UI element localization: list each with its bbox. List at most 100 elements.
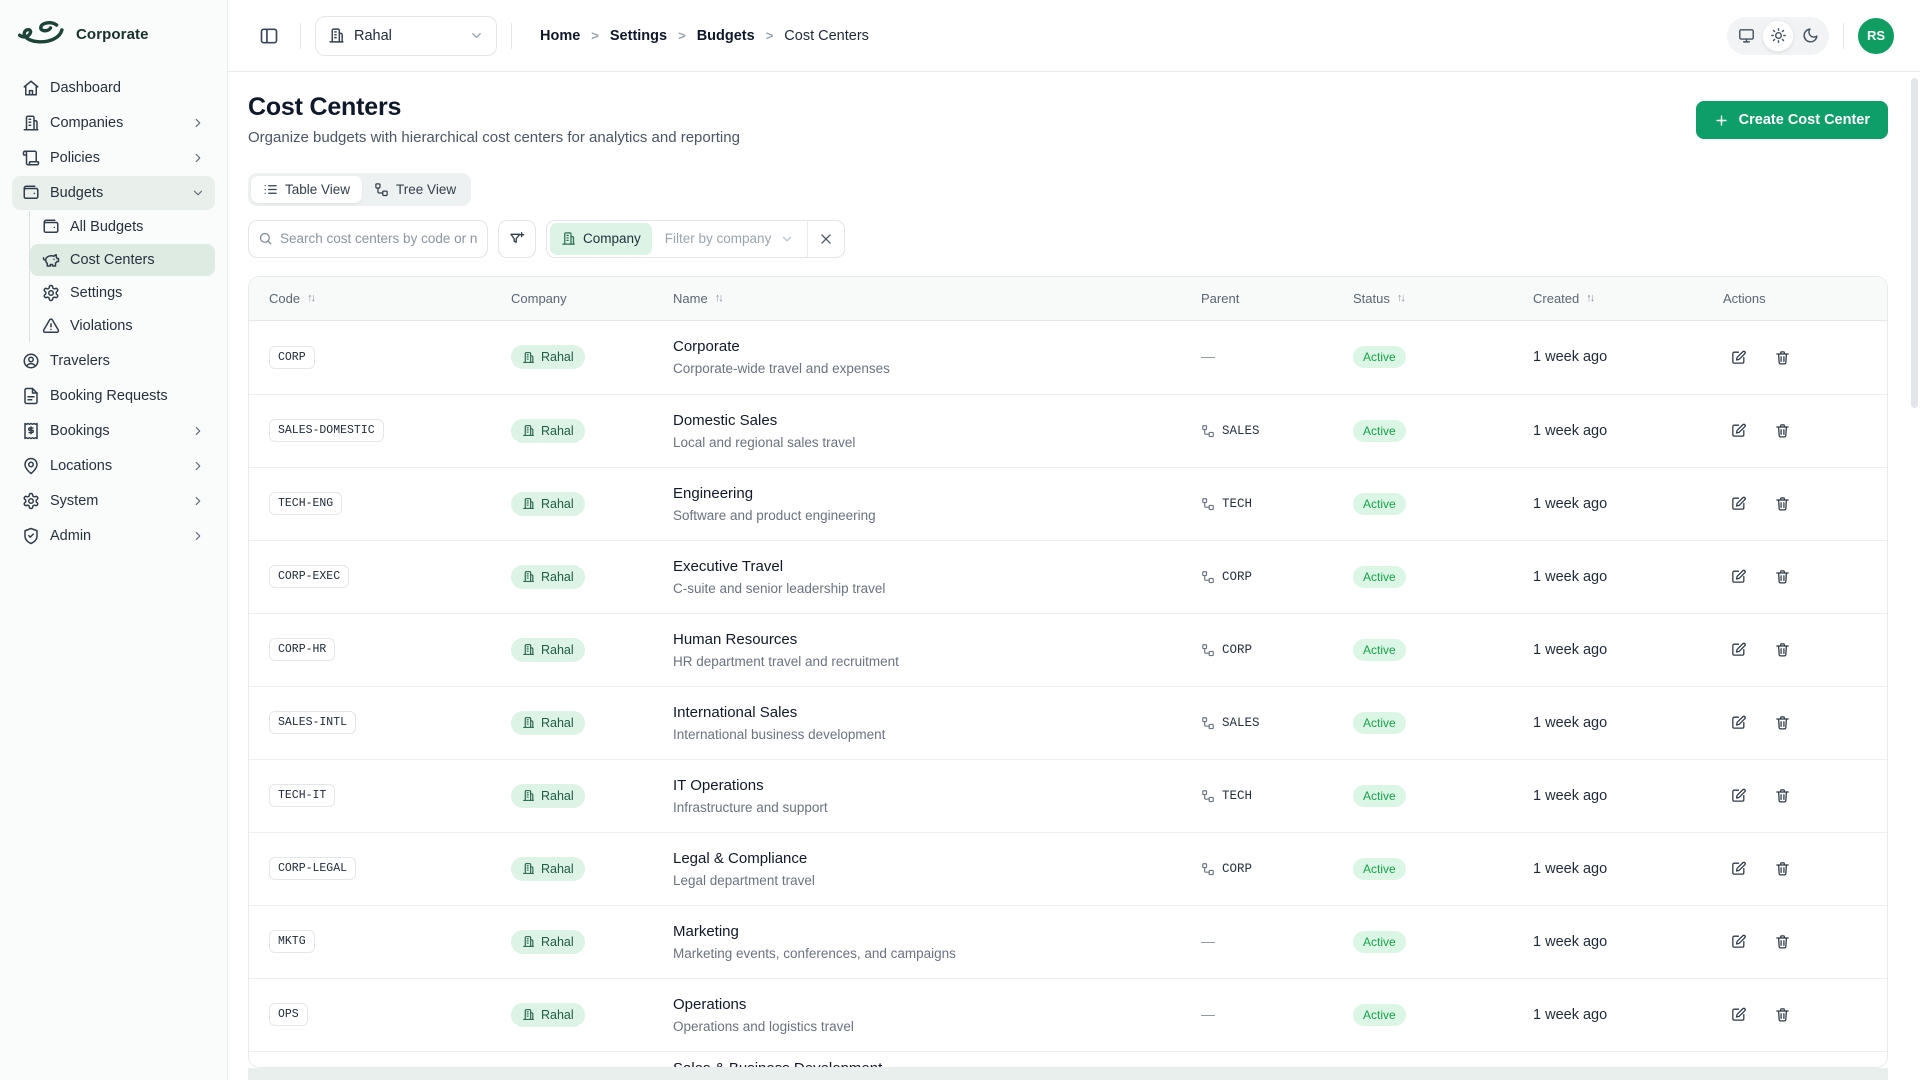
plus-icon bbox=[1716, 114, 1727, 126]
edit-button[interactable] bbox=[1723, 562, 1753, 592]
company-selector[interactable]: Rahal bbox=[315, 15, 497, 56]
theme-sun-button[interactable] bbox=[1762, 19, 1794, 52]
building-icon bbox=[523, 1009, 534, 1021]
tab-label: Tree View bbox=[396, 181, 457, 197]
delete-button[interactable] bbox=[1767, 708, 1797, 738]
created-time: 1 week ago bbox=[1533, 933, 1608, 950]
delete-button[interactable] bbox=[1767, 562, 1797, 592]
sidebar-item-policies[interactable]: Policies bbox=[12, 141, 215, 175]
table-row: TECH-IT Rahal IT Operations Infrastructure … bbox=[249, 758, 1887, 832]
delete-button[interactable] bbox=[1767, 927, 1797, 957]
sidebar-item-label: Settings bbox=[70, 285, 123, 301]
tab-table-view[interactable]: Table View bbox=[251, 175, 363, 203]
theme-monitor-button[interactable] bbox=[1730, 20, 1762, 52]
edit-button[interactable] bbox=[1723, 635, 1753, 665]
column-header-created[interactable]: Created ↑↓ bbox=[1513, 291, 1703, 306]
parent-code: CORP bbox=[1222, 861, 1253, 876]
created-time: 1 week ago bbox=[1533, 349, 1608, 366]
edit-button[interactable] bbox=[1723, 416, 1753, 446]
sidebar-item-budgets[interactable]: Budgets bbox=[12, 176, 215, 210]
sort-arrows-icon[interactable]: ↑↓ bbox=[307, 292, 316, 304]
sidebar-item-locations[interactable]: Locations bbox=[12, 449, 215, 483]
cost-center-code: OPS bbox=[269, 1003, 308, 1027]
sidebar-item-travelers[interactable]: Travelers bbox=[12, 344, 215, 378]
sidebar-item-bookings[interactable]: Bookings bbox=[12, 414, 215, 448]
breadcrumb-budgets[interactable]: Budgets bbox=[697, 28, 755, 44]
cost-center-code: CORP-LEGAL bbox=[269, 857, 357, 881]
company-name: Rahal bbox=[541, 1007, 574, 1022]
sidebar-item-admin[interactable]: Admin bbox=[12, 519, 215, 553]
sidebar-item-violations[interactable]: Violations bbox=[30, 310, 215, 342]
delete-button[interactable] bbox=[1767, 416, 1797, 446]
company-chip: Rahal bbox=[511, 783, 585, 808]
sidebar-item-dashboard[interactable]: Dashboard bbox=[12, 71, 215, 105]
add-filter-button[interactable] bbox=[498, 219, 536, 258]
sidebar-item-label: Admin bbox=[50, 528, 92, 544]
edit-button[interactable] bbox=[1723, 1000, 1753, 1030]
cost-center-name: International Sales bbox=[673, 703, 798, 721]
vertical-scrollbar[interactable] bbox=[1911, 78, 1918, 408]
status-badge: Active bbox=[1353, 346, 1406, 369]
sidebar-item-companies[interactable]: Companies bbox=[12, 106, 215, 140]
home-icon bbox=[23, 80, 39, 96]
cost-center-name: Operations bbox=[673, 995, 747, 1013]
edit-button[interactable] bbox=[1723, 489, 1753, 519]
sidebar-item-system[interactable]: System bbox=[12, 484, 215, 518]
table-row: TECH-ENG Rahal Engineering Software and pro… bbox=[249, 466, 1887, 540]
create-cost-center-button[interactable]: Create Cost Center bbox=[1695, 101, 1888, 139]
clear-filter-button[interactable] bbox=[807, 220, 844, 257]
delete-button[interactable] bbox=[1767, 854, 1797, 884]
company-chip: Rahal bbox=[511, 491, 585, 516]
sidebar-item-label: All Budgets bbox=[70, 219, 144, 235]
brand-logo-icon bbox=[17, 21, 64, 44]
horizontal-scrollbar[interactable] bbox=[248, 1068, 1888, 1080]
sidebar-item-booking-requests[interactable]: Booking Requests bbox=[12, 379, 215, 413]
sun-icon bbox=[1770, 28, 1786, 43]
delete-button[interactable] bbox=[1767, 781, 1797, 811]
edit-button[interactable] bbox=[1723, 854, 1753, 884]
sidebar-toggle-button[interactable] bbox=[252, 19, 286, 53]
chevron-right-icon bbox=[195, 153, 201, 163]
building-icon bbox=[523, 863, 534, 875]
tab-tree-view[interactable]: Tree View bbox=[362, 176, 468, 203]
delete-button[interactable] bbox=[1767, 489, 1797, 519]
column-header-name[interactable]: Name ↑↓ bbox=[653, 291, 1181, 306]
created-time: 1 week ago bbox=[1533, 714, 1608, 731]
column-header-status[interactable]: Status ↑↓ bbox=[1333, 291, 1513, 306]
sort-arrows-icon[interactable]: ↑↓ bbox=[715, 292, 724, 304]
sidebar-item-all-budgets[interactable]: All Budgets bbox=[30, 211, 215, 243]
sidebar-item-cost-centers[interactable]: Cost Centers bbox=[30, 244, 215, 276]
table-header: Code ↑↓ Company Name ↑↓ Parent Status ↑↓ Created… bbox=[249, 276, 1887, 321]
sidebar-item-settings[interactable]: Settings bbox=[30, 277, 215, 309]
cost-center-name: Domestic Sales bbox=[673, 411, 778, 429]
filter-field-chip: Company bbox=[550, 222, 652, 255]
delete-button[interactable] bbox=[1767, 1000, 1797, 1030]
chevron-right-icon bbox=[195, 531, 201, 541]
sort-arrows-icon[interactable]: ↑↓ bbox=[1586, 292, 1595, 304]
sort-arrows-icon[interactable]: ↑↓ bbox=[1397, 292, 1406, 304]
edit-icon bbox=[1731, 569, 1746, 584]
tree-icon bbox=[375, 183, 388, 196]
column-label: Status bbox=[1353, 290, 1390, 306]
cost-center-name: Sales & Business Development bbox=[673, 1060, 1181, 1067]
breadcrumb-home[interactable]: Home bbox=[540, 28, 580, 44]
delete-button[interactable] bbox=[1767, 342, 1797, 372]
theme-moon-button[interactable] bbox=[1794, 20, 1826, 52]
edit-button[interactable] bbox=[1723, 927, 1753, 957]
edit-button[interactable] bbox=[1723, 781, 1753, 811]
column-label: Parent bbox=[1201, 290, 1240, 306]
delete-button[interactable] bbox=[1767, 635, 1797, 665]
table-row: CORP Rahal Corporate Corporate-wide travel … bbox=[249, 320, 1887, 394]
divider bbox=[300, 22, 301, 49]
breadcrumb-settings[interactable]: Settings bbox=[610, 28, 667, 44]
main-area: Rahal Home > Settings > Budgets > Cost Centers… bbox=[228, 0, 1920, 1080]
search-input[interactable] bbox=[248, 219, 488, 258]
piggy-bank-icon bbox=[42, 254, 60, 267]
tree-icon bbox=[1202, 424, 1214, 437]
avatar[interactable]: RS bbox=[1858, 17, 1894, 54]
edit-button[interactable] bbox=[1723, 342, 1753, 372]
breadcrumb-separator: > bbox=[765, 28, 774, 43]
edit-button[interactable] bbox=[1723, 708, 1753, 738]
column-header-code[interactable]: Code ↑↓ bbox=[249, 291, 491, 306]
filter-value-dropdown[interactable]: Filter by company bbox=[652, 231, 808, 246]
